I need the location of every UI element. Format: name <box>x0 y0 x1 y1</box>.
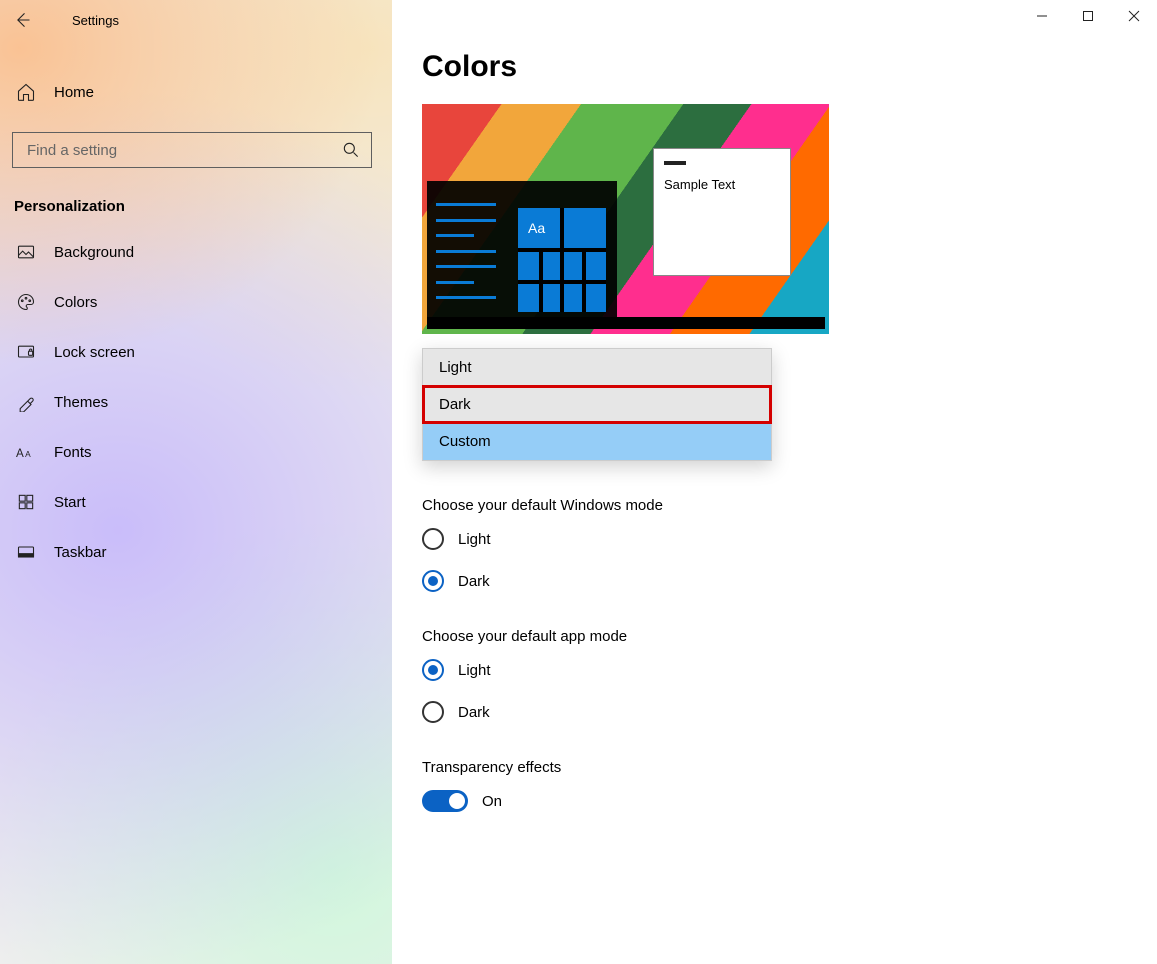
nav-home-label: Home <box>54 84 94 101</box>
page-title: Colors <box>422 50 1157 84</box>
window-title: Settings <box>44 13 119 28</box>
dropdown-option-dark[interactable]: Dark <box>423 386 771 423</box>
nav-home[interactable]: Home <box>0 70 392 114</box>
back-button[interactable] <box>0 0 44 40</box>
preview-thumbnail: Aa Sample Text <box>422 104 829 334</box>
radio-icon <box>422 570 444 592</box>
arrow-left-icon <box>12 10 32 30</box>
transparency-heading: Transparency effects <box>422 759 1157 776</box>
radio-icon <box>422 659 444 681</box>
nav-lockscreen[interactable]: Lock screen <box>0 327 392 377</box>
nav-themes[interactable]: Themes <box>0 377 392 427</box>
lockscreen-icon <box>16 342 36 362</box>
app-mode-light[interactable]: Light <box>422 659 1157 681</box>
preview-sample-text: Sample Text <box>664 177 780 192</box>
nav-fonts[interactable]: AA Fonts <box>0 427 392 477</box>
nav-start[interactable]: Start <box>0 477 392 527</box>
home-icon <box>16 82 36 102</box>
search-input[interactable] <box>27 142 341 159</box>
nav-label: Colors <box>54 294 97 311</box>
windows-mode-heading: Choose your default Windows mode <box>422 497 1157 514</box>
palette-icon <box>16 292 36 312</box>
preview-start-list <box>436 203 496 299</box>
color-mode-dropdown[interactable]: Light Dark Custom <box>422 348 772 461</box>
dropdown-option-light[interactable]: Light <box>423 349 771 386</box>
nav-label: Fonts <box>54 444 92 461</box>
section-title: Personalization <box>14 198 392 215</box>
titlebar: Settings <box>0 0 392 40</box>
nav-background[interactable]: Background <box>0 227 392 277</box>
content: Colors Aa Sample Text Light Dark Custom … <box>392 0 1157 964</box>
search-box[interactable] <box>12 132 372 168</box>
start-icon <box>16 492 36 512</box>
transparency-row: On <box>422 790 1157 812</box>
nav-label: Start <box>54 494 86 511</box>
radio-label: Dark <box>458 704 490 721</box>
nav-label: Taskbar <box>54 544 107 561</box>
themes-icon <box>16 392 36 412</box>
fonts-icon: AA <box>16 442 36 462</box>
search-icon <box>341 140 361 160</box>
sidebar: Settings Home Personalization Background… <box>0 0 392 964</box>
radio-label: Dark <box>458 573 490 590</box>
svg-text:A: A <box>25 449 31 459</box>
radio-icon <box>422 528 444 550</box>
nav-colors[interactable]: Colors <box>0 277 392 327</box>
transparency-toggle[interactable] <box>422 790 468 812</box>
taskbar-icon <box>16 542 36 562</box>
nav-label: Background <box>54 244 134 261</box>
app-mode-dark[interactable]: Dark <box>422 701 1157 723</box>
app-mode-heading: Choose your default app mode <box>422 628 1157 645</box>
picture-icon <box>16 242 36 262</box>
windows-mode-dark[interactable]: Dark <box>422 570 1157 592</box>
nav-label: Themes <box>54 394 108 411</box>
radio-label: Light <box>458 662 491 679</box>
windows-mode-light[interactable]: Light <box>422 528 1157 550</box>
preview-sample-window: Sample Text <box>653 148 791 276</box>
svg-text:A: A <box>16 447 24 460</box>
nav-taskbar[interactable]: Taskbar <box>0 527 392 577</box>
transparency-state: On <box>482 793 502 810</box>
radio-icon <box>422 701 444 723</box>
dropdown-option-custom[interactable]: Custom <box>423 423 771 460</box>
radio-label: Light <box>458 531 491 548</box>
preview-accent-bar <box>664 161 686 165</box>
preview-tiles: Aa <box>518 208 606 312</box>
preview-aa: Aa <box>528 220 545 236</box>
nav-label: Lock screen <box>54 344 135 361</box>
